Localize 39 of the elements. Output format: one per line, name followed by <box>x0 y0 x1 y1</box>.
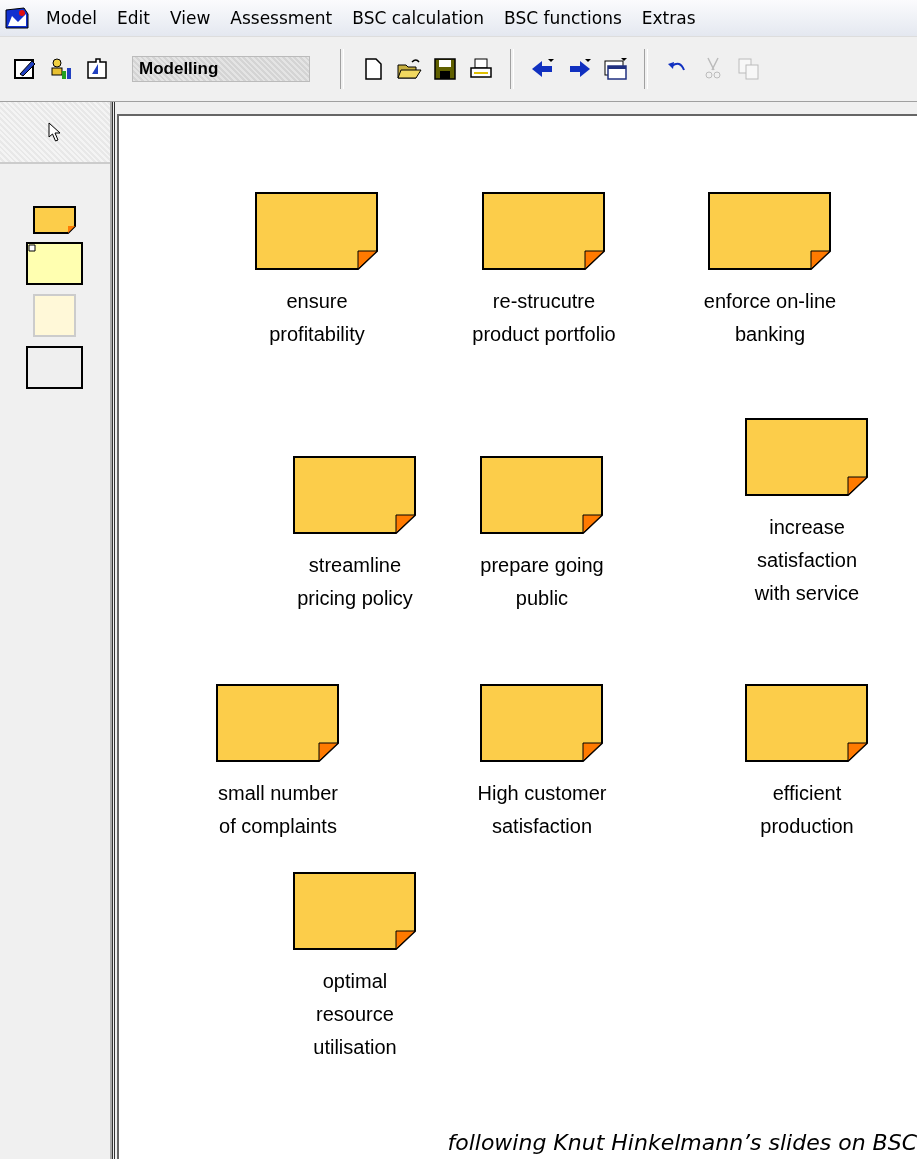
caption: following Knut Hinkelmann’s slides on BSC <box>447 1130 917 1155</box>
menu-item[interactable]: Extras <box>641 8 696 28</box>
objective-label: ensure profitability <box>269 289 365 347</box>
note-tool[interactable] <box>26 242 84 286</box>
objective-label: High customer satisfaction <box>477 781 607 839</box>
objective-note[interactable] <box>292 871 418 951</box>
objective-label: efficient production <box>760 781 854 839</box>
menu-item[interactable]: BSC functions <box>504 8 622 28</box>
objective-label: optimal resource utilisation <box>313 969 397 1060</box>
objective-label: re-strucutre product portfolio <box>472 289 616 347</box>
mode-field[interactable]: Modelling <box>132 56 310 82</box>
objective-note[interactable] <box>707 191 833 271</box>
objective-label: increase satisfaction with service <box>754 515 860 606</box>
objective-tool[interactable] <box>33 206 77 234</box>
pencil-icon[interactable] <box>12 56 38 82</box>
cursor-icon <box>48 122 62 142</box>
menu-item[interactable]: View <box>169 8 211 28</box>
menu-item[interactable]: Assessment <box>230 8 333 28</box>
people-icon[interactable] <box>48 56 74 82</box>
objective-note[interactable] <box>479 683 605 763</box>
open-folder-icon[interactable] <box>396 56 422 82</box>
objective-note[interactable] <box>292 455 418 535</box>
objective-note[interactable] <box>744 417 870 497</box>
objective-label: prepare going public <box>480 553 604 611</box>
frame-tool[interactable] <box>26 346 84 390</box>
objective-note[interactable] <box>479 455 605 535</box>
menu-item[interactable]: Edit <box>117 8 150 28</box>
objective-note[interactable] <box>215 683 341 763</box>
objective-note[interactable] <box>744 683 870 763</box>
window-icon[interactable] <box>602 56 628 82</box>
app-icon[interactable] <box>4 6 30 30</box>
objective-label: enforce on-line banking <box>703 289 837 347</box>
save-icon[interactable] <box>432 56 458 82</box>
menu-item[interactable]: Model <box>46 8 98 28</box>
objective-note[interactable] <box>254 191 380 271</box>
menu-item[interactable]: BSC calculation <box>352 8 485 28</box>
objective-label: small number of complaints <box>217 781 338 839</box>
objective-label: streamline pricing policy <box>297 553 413 611</box>
objective-note[interactable] <box>481 191 607 271</box>
